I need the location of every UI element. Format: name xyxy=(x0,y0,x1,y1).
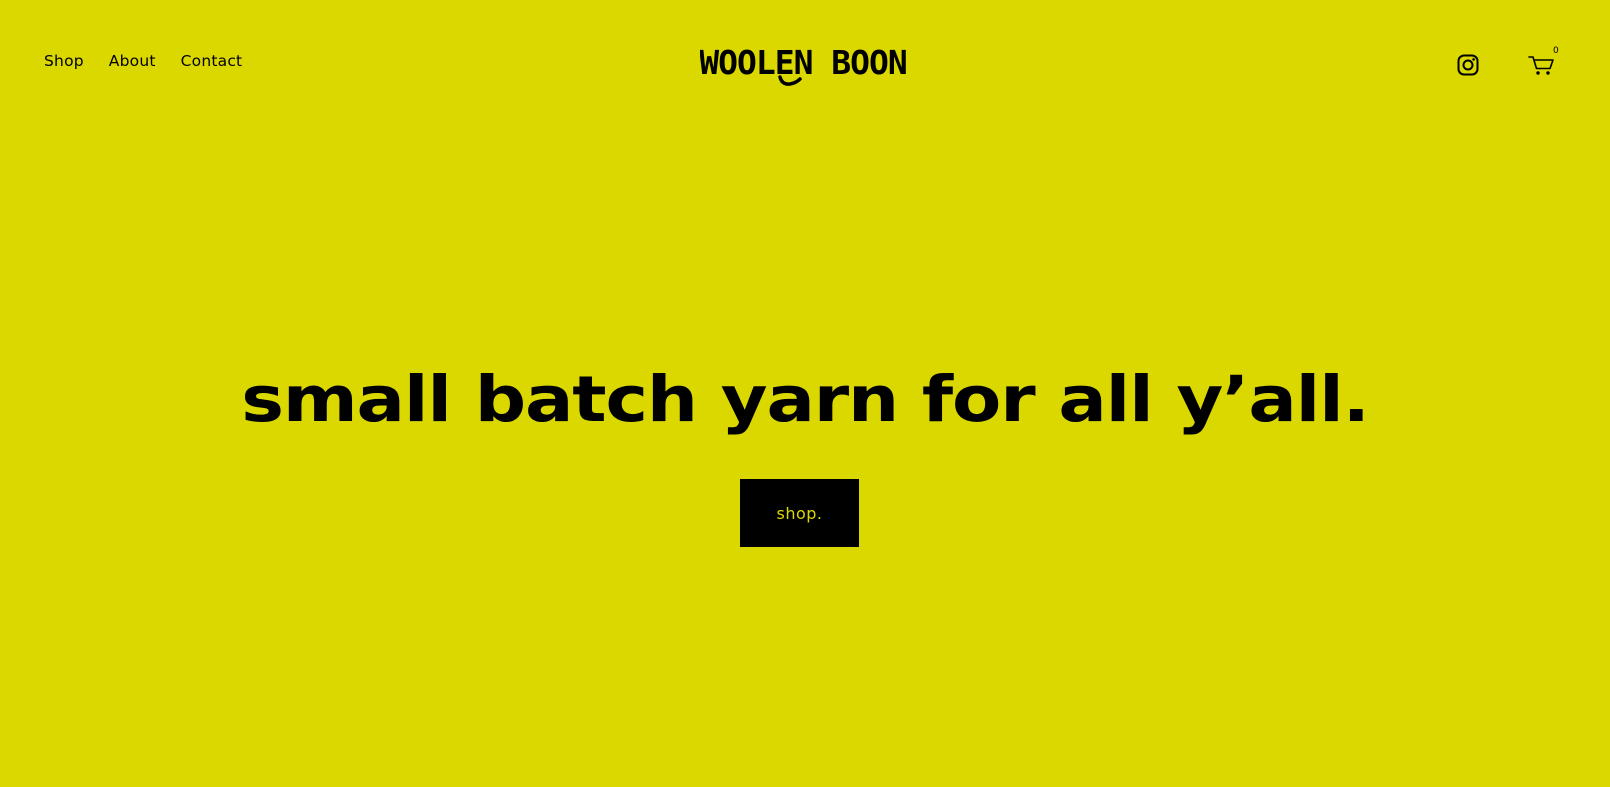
nav-about-link[interactable]: About xyxy=(109,52,156,70)
shop-button[interactable]: shop. xyxy=(740,479,859,547)
cart-icon[interactable] xyxy=(1528,53,1556,77)
nav-shop-link[interactable]: Shop xyxy=(44,52,84,70)
main-nav: Shop About Contact xyxy=(44,52,242,70)
hero-title: small batch yarn for all y’all. xyxy=(241,363,1370,436)
cart-count-badge: 0 xyxy=(1553,46,1559,56)
logo-text: WOOLEN BOON xyxy=(700,43,906,82)
logo-wordmark: WOOLEN BOON xyxy=(700,43,906,86)
instagram-icon[interactable] xyxy=(1457,54,1479,76)
site-logo[interactable]: WOOLEN BOON xyxy=(700,38,906,90)
nav-contact-link[interactable]: Contact xyxy=(181,52,243,70)
site-header: Shop About Contact WOOLEN BOON 0 xyxy=(0,0,1610,130)
